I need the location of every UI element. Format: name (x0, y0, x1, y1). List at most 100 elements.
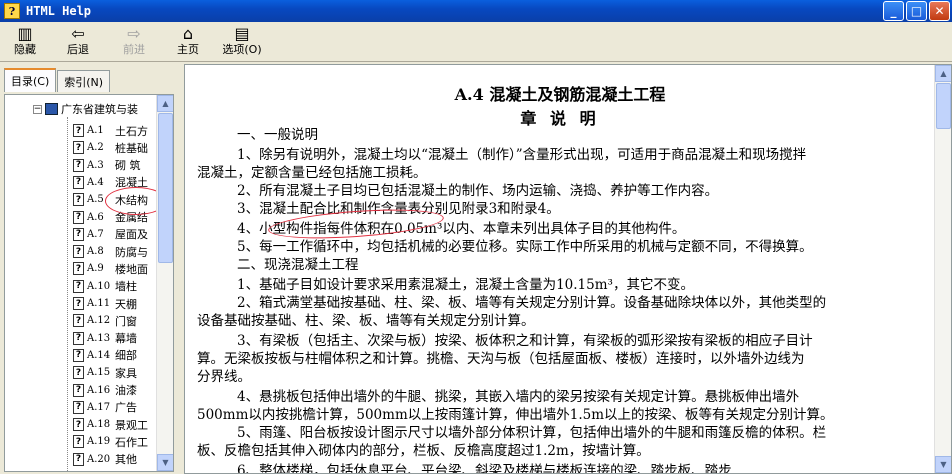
hide-button[interactable]: ▥ 隐藏 (0, 22, 50, 62)
paragraph-line: 3、有梁板（包括主、次梁与板）按梁、板体积之和计算，有梁板的弧形梁按有梁板的相应… (237, 333, 813, 349)
tree-item[interactable]: ? A.20 其他 (73, 452, 137, 467)
minimize-button[interactable]: _ (883, 1, 904, 21)
maximize-button[interactable]: □ (906, 1, 927, 21)
tree-item-label: 幕墙 (115, 332, 137, 346)
topic-document: A.4 混凝土及钢筋混凝土工程 章 说 明 一、一般说明 1、除另有说明外，混凝土… (185, 65, 935, 473)
tree-item-code: A.2 (87, 142, 104, 154)
tree-item-label: 楼地面 (115, 262, 148, 276)
tree-item-label: 油漆 (115, 384, 137, 397)
back-arrow-icon: ⇦ (71, 24, 85, 43)
tree-item-code: A.4 (87, 176, 104, 188)
help-page-icon: ? (73, 400, 84, 414)
tree-item[interactable]: ? A.16 油漆 (73, 383, 137, 398)
tree-scrollbar[interactable]: ▲ ▼ (156, 95, 173, 471)
tree-item-code: A.14 (87, 349, 111, 361)
tree-item[interactable]: ? A.7 屋面及 (73, 227, 148, 242)
tree-item[interactable]: ? A.3 砌 筑 (73, 158, 141, 173)
paragraph-line: 一、一般说明 (237, 127, 318, 143)
paragraph-line: 分界线。 (197, 369, 251, 385)
tree-item-label: 屋面及 (115, 228, 148, 242)
title-bar[interactable]: ? HTML Help _ □ ✕ (0, 0, 952, 22)
tree-item[interactable]: ? A.9 楼地面 (73, 261, 148, 276)
tree-item-label: 土石方 (115, 124, 148, 138)
tree-item[interactable]: ? A.11 天棚 (73, 296, 137, 311)
tree-item[interactable]: ? A.8 防腐与 (73, 244, 148, 259)
contents-tree: − 广东省建筑与装 ? A.1 土石方? A.2 桩基础? A.3 砌 筑? A.4 混凝土? A… (5, 95, 157, 471)
tree-item-code: A.20 (87, 453, 111, 465)
open-book-icon (45, 103, 58, 115)
help-page-icon: ? (73, 452, 84, 466)
tree-item-code: A.1 (87, 125, 104, 136)
help-page-icon: ? (73, 210, 84, 224)
tree-item-label: 石作工 (115, 435, 148, 449)
tree-item-code: A.11 (87, 298, 111, 309)
tree-item[interactable]: ? A.17 广告 (73, 400, 137, 415)
paragraph-line: 1、除另有说明外，混凝土均以“混凝土（制作）”含量形式出现，可适用于商品混凝土和… (237, 147, 807, 163)
tree-item-code: A.3 (87, 159, 104, 171)
close-button[interactable]: ✕ (929, 1, 950, 21)
content-scroll-up-arrow-icon[interactable]: ▲ (935, 65, 951, 82)
help-page-icon: ? (73, 124, 84, 137)
paragraph-line: 1、基础子目如设计要求采用素混凝土，混凝土含量为10.15m³，其它不变。 (237, 277, 694, 293)
help-app-icon: ? (4, 3, 20, 19)
help-page-icon: ? (73, 366, 84, 380)
tab-contents[interactable]: 目录(C) (4, 68, 57, 92)
tree-root-label: 广东省建筑与装 (61, 103, 138, 116)
help-page-icon: ? (73, 279, 84, 293)
paragraph-line: 4、悬挑板包括伸出墙外的牛腿、挑梁，其嵌入墙内的梁另按梁有关规定计算。悬挑板伸出… (237, 389, 800, 405)
tree-item[interactable]: ? A.10 墙柱 (73, 279, 137, 294)
tree-scroll-thumb[interactable] (158, 113, 173, 263)
help-page-icon: ? (73, 418, 84, 432)
help-page-icon: ? (73, 331, 84, 345)
tree-item[interactable]: ? A.13 幕墙 (73, 331, 137, 346)
options-icon: ▤ (234, 24, 250, 43)
forward-button[interactable]: ⇨ 前进 (106, 22, 162, 62)
html-help-window: ? HTML Help _ □ ✕ ▥ 隐藏 ⇦ 后退 ⇨ 前进 ⌂ 主页 ▤ … (0, 0, 952, 474)
back-button[interactable]: ⇦ 后退 (50, 22, 106, 62)
tree-item[interactable]: ? A.2 桩基础 (73, 140, 148, 155)
contents-tree-panel: − 广东省建筑与装 ? A.1 土石方? A.2 桩基础? A.3 砌 筑? A.4 混凝土? A… (4, 94, 174, 472)
content-scroll-thumb[interactable] (936, 83, 951, 129)
paragraph-line: 二、现浇混凝土工程 (237, 257, 359, 273)
help-page-icon: ? (73, 383, 84, 397)
tree-item[interactable]: ? A.18 景观工 (73, 417, 148, 432)
help-page-icon: ? (73, 141, 84, 155)
paragraph-line: 5、雨篷、阳台板按设计图示尺寸以墙外部分体积计算，包括伸出墙外的牛腿和雨篷反檐的… (237, 425, 827, 441)
tree-item[interactable]: ? A.15 家具 (73, 365, 137, 380)
scroll-down-arrow-icon[interactable]: ▼ (157, 454, 173, 471)
tree-item-label: 砌 筑 (115, 159, 141, 173)
hide-label: 隐藏 (14, 43, 36, 56)
tree-item[interactable]: ? A.14 细部 (73, 348, 137, 363)
maximize-icon: □ (910, 4, 923, 18)
options-button[interactable]: ▤ 选项(O) (214, 22, 270, 62)
help-page-icon: ? (73, 314, 84, 328)
tree-root[interactable]: − 广东省建筑与装 (33, 101, 138, 117)
tree-item-code: A.13 (87, 332, 111, 344)
close-icon: ✕ (934, 4, 945, 18)
paragraph-line: 500mm以内按挑檐计算，500mm以上按雨篷计算，伸出墙外1.5m以上的按梁、… (197, 407, 834, 423)
navigation-pane: 目录(C) 索引(N) − 广东省建筑与装 ? A.1 土石方? A.2 桩基础? A.3… (0, 64, 178, 474)
help-page-icon: ? (73, 175, 84, 189)
home-button[interactable]: ⌂ 主页 (162, 22, 214, 62)
tree-item-code: A.8 (87, 246, 104, 258)
tree-item-label: 桩基础 (115, 141, 148, 155)
content-scroll-down-arrow-icon[interactable]: ▼ (935, 456, 951, 473)
help-page-icon: ? (73, 245, 84, 259)
tree-item-label: 其他 (115, 453, 137, 467)
back-label: 后退 (67, 43, 89, 56)
tree-item[interactable]: ? A.19 石作工 (73, 434, 148, 449)
topic-title: A.4 混凝土及钢筋混凝土工程 (454, 85, 666, 104)
expand-toggle-icon[interactable]: − (33, 104, 42, 114)
paragraph-line: 设备基础按基础、柱、梁、板、墙等有关规定分别计算。 (197, 313, 535, 329)
tab-index[interactable]: 索引(N) (57, 70, 111, 92)
tree-guide-line (67, 117, 68, 471)
scroll-up-arrow-icon[interactable]: ▲ (157, 95, 173, 112)
tree-item-label: 家具 (115, 366, 137, 380)
tree-item[interactable]: ? A.12 门窗 (73, 313, 137, 328)
tree-item[interactable]: ? A.1 土石方 (73, 123, 148, 138)
help-page-icon: ? (73, 262, 84, 276)
help-page-icon: ? (73, 435, 84, 449)
hide-icon: ▥ (17, 24, 33, 43)
content-scrollbar[interactable]: ▲ ▼ (934, 65, 951, 473)
tree-item-label: 景观工 (115, 418, 148, 432)
